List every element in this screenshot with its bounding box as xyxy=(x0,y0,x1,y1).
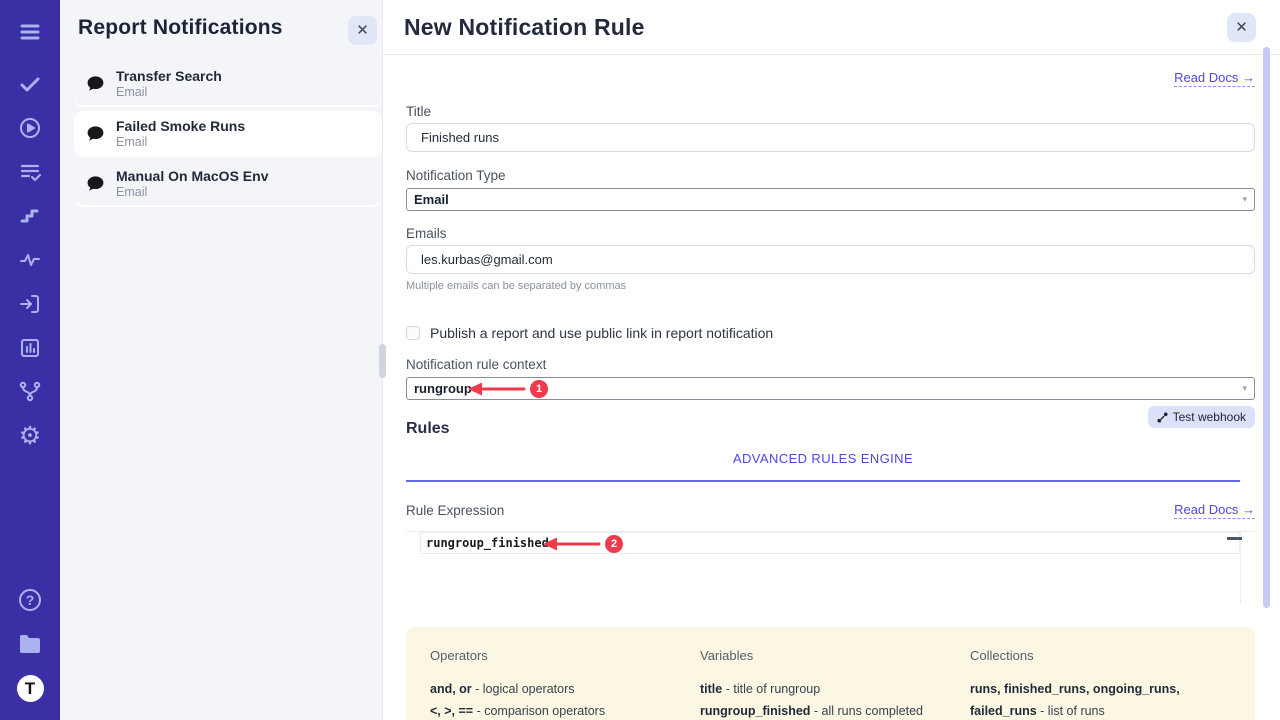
notification-type-select[interactable]: Email ▾ xyxy=(406,188,1255,211)
editor-body: Read Docs → Title Notification Type Emai… xyxy=(383,69,1280,720)
menu-icon[interactable] xyxy=(17,19,43,45)
chevron-down-icon: ▾ xyxy=(1242,383,1247,394)
emails-input[interactable] xyxy=(406,245,1255,274)
play-circle-icon[interactable] xyxy=(17,115,43,141)
list-item[interactable]: Transfer Search Email xyxy=(74,61,382,107)
main-scrollbar[interactable] xyxy=(1263,47,1270,608)
panel-title: Report Notifications xyxy=(78,16,283,40)
page-title: New Notification Rule xyxy=(404,14,645,41)
publish-report-checkbox[interactable] xyxy=(406,326,420,340)
logo[interactable]: T xyxy=(17,675,44,702)
steps-icon[interactable] xyxy=(17,203,43,229)
notification-title: Failed Smoke Runs xyxy=(116,118,245,134)
emails-helper-text: Multiple emails can be separated by comm… xyxy=(406,280,1255,292)
annotation-badge: 1 xyxy=(530,380,548,398)
help-column-collections: Collections runs, finished_runs, ongoing… xyxy=(970,648,1231,720)
annotation-arrow-1: 1 xyxy=(466,380,548,398)
editor-scrollbar-thumb[interactable] xyxy=(1227,537,1242,540)
chat-bubble-icon xyxy=(86,124,105,143)
sidebar-rail: ⚙ ? T xyxy=(0,0,60,720)
activity-icon[interactable] xyxy=(17,247,43,273)
notification-type: Email xyxy=(116,135,245,149)
title-input[interactable] xyxy=(406,123,1255,152)
gear-icon[interactable]: ⚙ xyxy=(17,423,43,449)
list-item[interactable]: Manual On MacOS Env Email xyxy=(74,161,382,207)
panel-close-button[interactable]: ✕ xyxy=(348,16,377,45)
notification-title: Manual On MacOS Env xyxy=(116,168,268,184)
annotation-badge: 2 xyxy=(605,535,623,553)
rule-editor: New Notification Rule ✕ Read Docs → Titl… xyxy=(383,0,1280,720)
test-webhook-button[interactable]: Test webhook xyxy=(1148,406,1255,428)
sign-in-icon[interactable] xyxy=(17,291,43,317)
rules-heading: Rules xyxy=(406,420,450,438)
webhook-icon xyxy=(1157,412,1168,423)
app: ⚙ ? T Report Notifications ✕ Transfer Se… xyxy=(0,0,1280,720)
rule-expression-label: Rule Expression xyxy=(406,503,504,518)
bar-chart-icon[interactable] xyxy=(17,335,43,361)
read-docs-link[interactable]: Read Docs → xyxy=(1174,502,1255,519)
help-column-operators: Operators and, or - logical operators <,… xyxy=(430,648,700,720)
editor-close-button[interactable]: ✕ xyxy=(1227,13,1256,42)
read-docs-link[interactable]: Read Docs → xyxy=(1174,70,1255,87)
rule-expression-editor[interactable]: rungroup_finished 2 xyxy=(406,531,1255,603)
panel-header: Report Notifications ✕ xyxy=(60,0,382,45)
notification-type: Email xyxy=(116,185,268,199)
title-label: Title xyxy=(406,104,1255,119)
rules-help-box: Operators and, or - logical operators <,… xyxy=(406,627,1255,720)
help-column-variables: Variables title - title of rungroup rung… xyxy=(700,648,970,720)
notification-type-label: Notification Type xyxy=(406,168,1255,183)
help-icon[interactable]: ? xyxy=(17,587,43,613)
branch-icon[interactable] xyxy=(17,379,43,405)
publish-report-label: Publish a report and use public link in … xyxy=(430,325,773,341)
context-label: Notification rule context xyxy=(406,357,1255,372)
editor-header: New Notification Rule ✕ xyxy=(383,0,1280,55)
tab-advanced-rules-engine[interactable]: ADVANCED RULES ENGINE xyxy=(733,451,913,466)
notification-list: Transfer Search Email Failed Smoke Runs … xyxy=(74,61,382,207)
chevron-down-icon: ▾ xyxy=(1242,194,1247,205)
list-item[interactable]: Failed Smoke Runs Email xyxy=(74,111,382,157)
chat-bubble-icon xyxy=(86,174,105,193)
notification-type: Email xyxy=(116,85,222,99)
rule-expression-code: rungroup_finished xyxy=(426,536,549,550)
folder-icon[interactable] xyxy=(17,631,43,657)
notification-title: Transfer Search xyxy=(116,68,222,84)
check-icon[interactable] xyxy=(17,71,43,97)
chat-bubble-icon xyxy=(86,74,105,93)
list-check-icon[interactable] xyxy=(17,159,43,185)
notifications-panel: Report Notifications ✕ Transfer Search E… xyxy=(60,0,383,720)
emails-label: Emails xyxy=(406,226,1255,241)
annotation-arrow-2: 2 xyxy=(541,535,623,553)
editor-gutter-line xyxy=(1240,532,1241,604)
panel-resize-handle[interactable] xyxy=(379,344,386,378)
